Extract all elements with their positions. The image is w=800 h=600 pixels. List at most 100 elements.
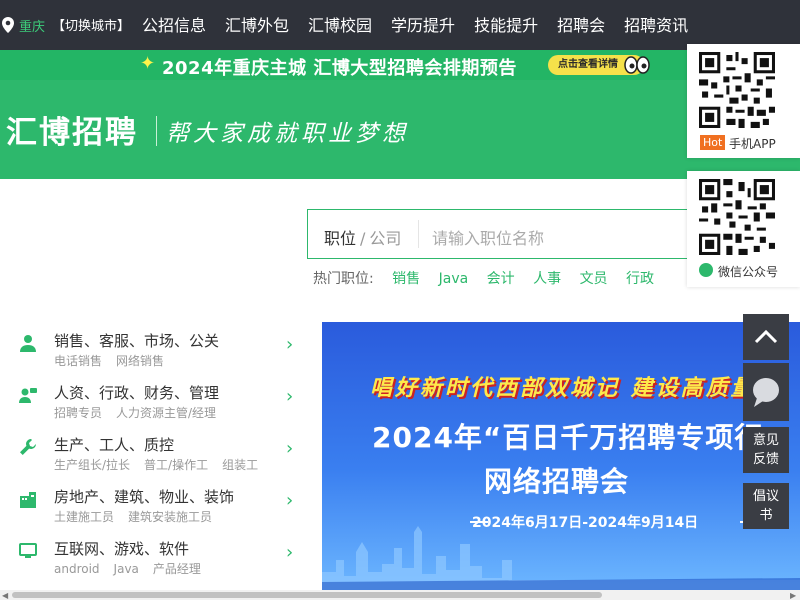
promo-subtitle: 网络招聘会 [484,465,630,498]
category-item[interactable]: 互联网、游戏、软件 android Java 产品经理 › [0,530,309,582]
subcategory-link[interactable]: 建筑安装施工员 [128,510,212,524]
tab-jobs[interactable]: 职位 [324,229,356,248]
subcategory-link[interactable]: 电话销售 [54,354,102,368]
category-title[interactable]: 互联网、游戏、软件 [54,538,189,559]
category-item[interactable]: 人资、行政、财务、管理 招聘专员 人力资源主管/经理 › [0,374,309,426]
category-title[interactable]: 房地产、建筑、物业、装饰 [54,486,234,507]
hot-jobs-label: 热门职位: [313,271,374,287]
hot-job-link[interactable]: Java [439,271,469,287]
app-label: 手机APP [729,137,776,151]
category-subs: android Java 产品经理 [54,560,215,577]
promo-banner[interactable]: 唱好新时代西部双城记 建设高质量 2024年“百日千万招聘专项行 网络招聘会 2… [322,322,800,590]
nav-link-news[interactable]: 招聘资讯 [624,12,688,36]
subcategory-link[interactable]: 产品经理 [153,562,201,576]
feedback-label-line1: 意见 [752,433,779,448]
chevron-right-icon: › [286,334,294,355]
category-subs: 生产组长/拉长 普工/操作工 组装工 [54,456,272,473]
nav-link-job-fair[interactable]: 招聘会 [557,12,605,36]
feedback-button[interactable]: 意见 反馈 [743,427,789,473]
category-subs: 土建施工员 建筑安装施工员 [54,508,226,525]
chevron-right-icon: › [286,438,294,459]
current-city: 重庆 [19,20,46,35]
category-item[interactable]: 生产、工人、质控 生产组长/拉长 普工/操作工 组装工 › [0,426,309,478]
hot-job-link[interactable]: 销售 [392,271,420,287]
chevron-right-icon: › [286,490,294,511]
hot-badge: Hot [700,135,726,150]
nav-link-skills[interactable]: 技能提升 [474,12,538,36]
nav-link-public-recruitment[interactable]: 公招信息 [142,12,206,36]
sparkle-icon: ✦ [140,53,156,74]
subcategory-link[interactable]: 网络销售 [116,354,164,368]
letter-label-line2: 书 [759,508,773,523]
search-input[interactable]: 请输入职位名称 [432,225,544,249]
category-title[interactable]: 生产、工人、质控 [54,434,174,455]
proposal-letter-button[interactable]: 倡议 书 [743,483,789,529]
job-fair-banner[interactable]: ✦ 2024年重庆主城 汇博大型招聘会排期预告 点击查看详情 [0,50,800,80]
location-pin-icon [2,17,14,33]
eyes-icon [624,56,650,74]
hot-jobs-row: 热门职位: 销售 Java 会计 人事 文员 行政 [313,268,654,288]
subcategory-link[interactable]: Java [114,562,139,576]
chat-bubble-icon [753,378,779,407]
scrollbar-thumb[interactable] [12,592,602,598]
building-icon [20,492,36,508]
category-title[interactable]: 销售、客服、市场、公关 [54,330,219,351]
customer-service-button[interactable] [743,363,789,421]
hot-job-link[interactable]: 会计 [487,271,515,287]
site-header: 汇博招聘 帮大家成就职业梦想 [0,80,800,179]
subcategory-link[interactable]: 人力资源主管/经理 [116,406,216,420]
banner-text: 2024年重庆主城 汇博大型招聘会排期预告 [162,58,517,79]
wechat-icon [699,263,713,277]
hot-job-link[interactable]: 行政 [626,271,654,287]
job-search-box: 职位 / 公司 请输入职位名称 [307,209,708,259]
promo-slogan: 唱好新时代西部双城记 建设高质量 [370,375,756,401]
subcategory-link[interactable]: 组装工 [222,458,258,472]
site-logo[interactable]: 汇博招聘 [6,107,138,152]
chevron-up-icon [754,329,778,344]
city-skyline-image [322,526,800,590]
tab-companies[interactable]: 公司 [369,229,401,248]
qr-code-icon [699,179,775,255]
category-item[interactable]: 销售、客服、市场、公关 电话销售 网络销售 › [0,322,309,374]
subcategory-link[interactable]: android [54,562,100,576]
scroll-right-arrow-icon[interactable]: ▶ [790,591,796,600]
people-icon [19,388,37,403]
app-qr-card[interactable]: Hot 手机APP [687,44,800,158]
wrench-icon [20,439,36,455]
wechat-label: 微信公众号 [718,265,779,279]
qr-code-icon [699,52,775,128]
monitor-icon [19,543,37,558]
subcategory-link[interactable]: 普工/操作工 [144,458,208,472]
category-subs: 电话销售 网络销售 [54,352,178,369]
scroll-left-arrow-icon[interactable]: ◀ [2,591,8,600]
subcategory-link[interactable]: 生产组长/拉长 [54,458,130,472]
hot-job-link[interactable]: 人事 [533,271,561,287]
wechat-qr-card[interactable]: 微信公众号 [687,171,800,287]
search-divider [418,220,419,248]
site-slogan: 帮大家成就职业梦想 [166,121,409,147]
search-type-tabs: 职位 / 公司 [324,225,401,249]
job-category-list: 销售、客服、市场、公关 电话销售 网络销售 › 人资、行政、财务、管理 招聘专员人… [0,322,309,590]
horizontal-scrollbar[interactable]: ◀ ▶ [0,590,800,600]
subcategory-link[interactable]: 土建施工员 [54,510,114,524]
chevron-right-icon: › [286,542,294,563]
hot-job-link[interactable]: 文员 [580,271,608,287]
category-subs: 招聘专员 人力资源主管/经理 [54,404,230,421]
promo-title: 2024年“百日千万招聘专项行 [372,421,764,454]
top-navigation-bar: 重庆 【切换城市】 公招信息 汇博外包 汇博校园 学历提升 技能提升 招聘会 招… [0,0,800,50]
category-item[interactable]: 房地产、建筑、物业、装饰 土建施工员 建筑安装施工员 › [0,478,309,530]
category-title[interactable]: 人资、行政、财务、管理 [54,382,219,403]
letter-label-line1: 倡议 [752,489,779,504]
nav-link-outsourcing[interactable]: 汇博外包 [225,12,289,36]
feedback-label-line2: 反馈 [752,452,779,467]
tab-separator: / [360,229,366,248]
chevron-right-icon: › [286,386,294,407]
nav-link-education[interactable]: 学历提升 [391,12,455,36]
back-to-top-button[interactable] [743,314,789,360]
nav-links: 公招信息 汇博外包 汇博校园 学历提升 技能提升 招聘会 招聘资讯 [142,12,707,36]
switch-city-link[interactable]: 【切换城市】 [52,15,130,34]
person-icon [20,335,36,352]
logo-divider [156,116,157,146]
nav-link-campus[interactable]: 汇博校园 [308,12,372,36]
subcategory-link[interactable]: 招聘专员 [54,406,102,420]
